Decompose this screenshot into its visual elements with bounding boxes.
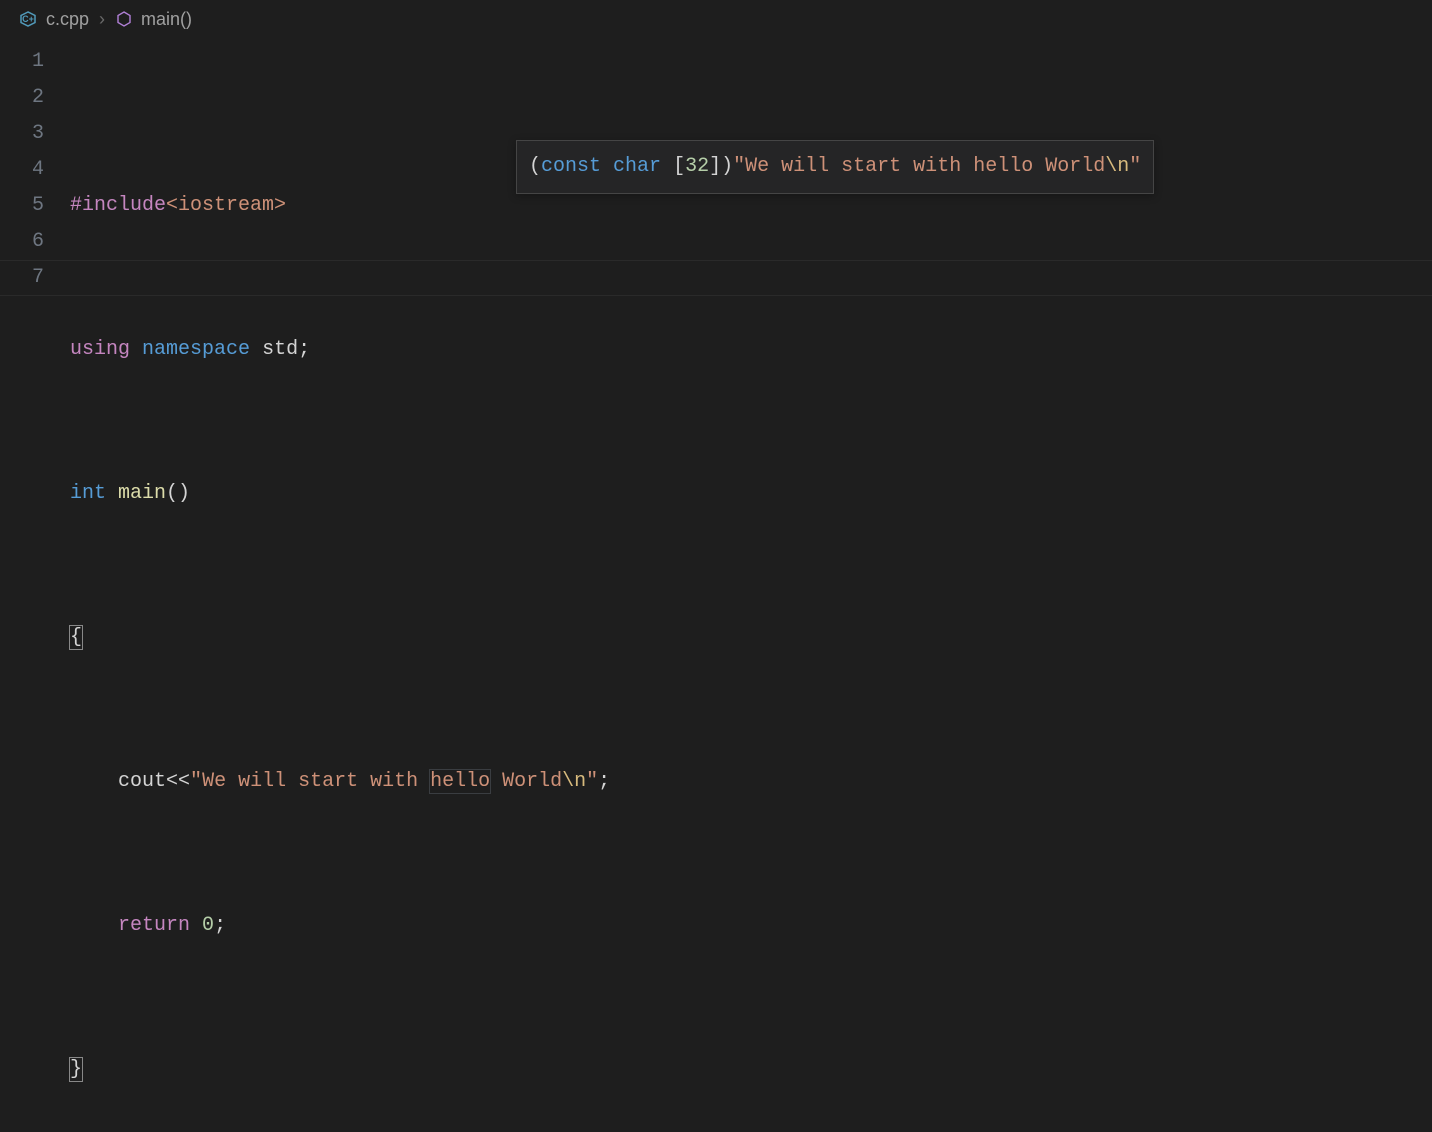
space — [601, 155, 613, 178]
tok-string: " — [586, 770, 598, 793]
code-line[interactable]: return 0; — [70, 908, 610, 944]
tok-string: We will start with — [202, 770, 430, 793]
tok-punct: ] — [709, 155, 721, 178]
indent — [70, 914, 118, 937]
cpp-file-icon: C+ — [18, 9, 38, 29]
tok-type: int — [70, 482, 106, 505]
hover-tooltip: (const char [32])"We will start with hel… — [516, 140, 1154, 194]
tok-ident: std — [262, 338, 298, 361]
tok-string: " — [190, 770, 202, 793]
tok-keyword: char — [613, 155, 661, 178]
tok-ident: cout — [118, 770, 166, 793]
tok-string: " — [1129, 155, 1141, 178]
tok-directive: #include — [70, 194, 166, 217]
space — [661, 155, 673, 178]
line-number: 4 — [0, 152, 44, 188]
code-line[interactable]: using namespace std; — [70, 332, 610, 368]
tok-punct: () — [166, 482, 190, 505]
tok-header: <iostream> — [166, 194, 286, 217]
space — [190, 914, 202, 937]
tok-string: " — [733, 155, 745, 178]
tok-keyword: using — [70, 338, 130, 361]
code-line[interactable]: } — [70, 1052, 610, 1088]
tok-number: 0 — [202, 914, 214, 937]
tok-keyword: namespace — [142, 338, 250, 361]
breadcrumb[interactable]: C+ c.cpp › main() — [0, 0, 1432, 38]
tok-string: We will start with hello World — [745, 155, 1105, 178]
chevron-right-icon: › — [99, 9, 105, 30]
current-line-highlight — [0, 260, 1432, 296]
tok-keyword: return — [118, 914, 190, 937]
tok-punct: ; — [214, 914, 226, 937]
tok-punct: ; — [298, 338, 310, 361]
breadcrumb-symbol[interactable]: main() — [141, 9, 192, 30]
indent — [70, 770, 118, 793]
symbol-method-icon — [115, 10, 133, 28]
breadcrumb-file[interactable]: c.cpp — [46, 9, 89, 30]
tok-brace: } — [69, 1057, 83, 1082]
tok-punct: ) — [721, 155, 733, 178]
tok-keyword: const — [541, 155, 601, 178]
code-line[interactable]: int main() — [70, 476, 610, 512]
line-number: 6 — [0, 224, 44, 260]
svg-text:C+: C+ — [22, 14, 34, 24]
code-editor[interactable]: 1 2 3 4 5 6 7 #include<iostream> using n… — [0, 38, 1432, 1132]
line-number: 1 — [0, 44, 44, 80]
tok-punct: ( — [529, 155, 541, 178]
tok-op: << — [166, 770, 190, 793]
tok-escape: \n — [562, 770, 586, 793]
code-line[interactable]: cout<<"We will start with hello World\n"… — [70, 764, 610, 800]
line-number: 2 — [0, 80, 44, 116]
tok-escape: \n — [1105, 155, 1129, 178]
tok-brace: { — [69, 625, 83, 650]
line-number: 7 — [0, 260, 44, 296]
line-number: 5 — [0, 188, 44, 224]
line-number-gutter: 1 2 3 4 5 6 7 — [0, 44, 70, 1132]
tok-func: main — [118, 482, 166, 505]
tok-punct: [ — [673, 155, 685, 178]
code-line[interactable]: { — [70, 620, 610, 656]
tok-number: 32 — [685, 155, 709, 178]
tok-string: World — [490, 770, 562, 793]
line-number: 3 — [0, 116, 44, 152]
tok-punct: ; — [598, 770, 610, 793]
tok-string-highlighted: hello — [429, 769, 491, 794]
code-area[interactable]: #include<iostream> using namespace std; … — [70, 44, 610, 1132]
